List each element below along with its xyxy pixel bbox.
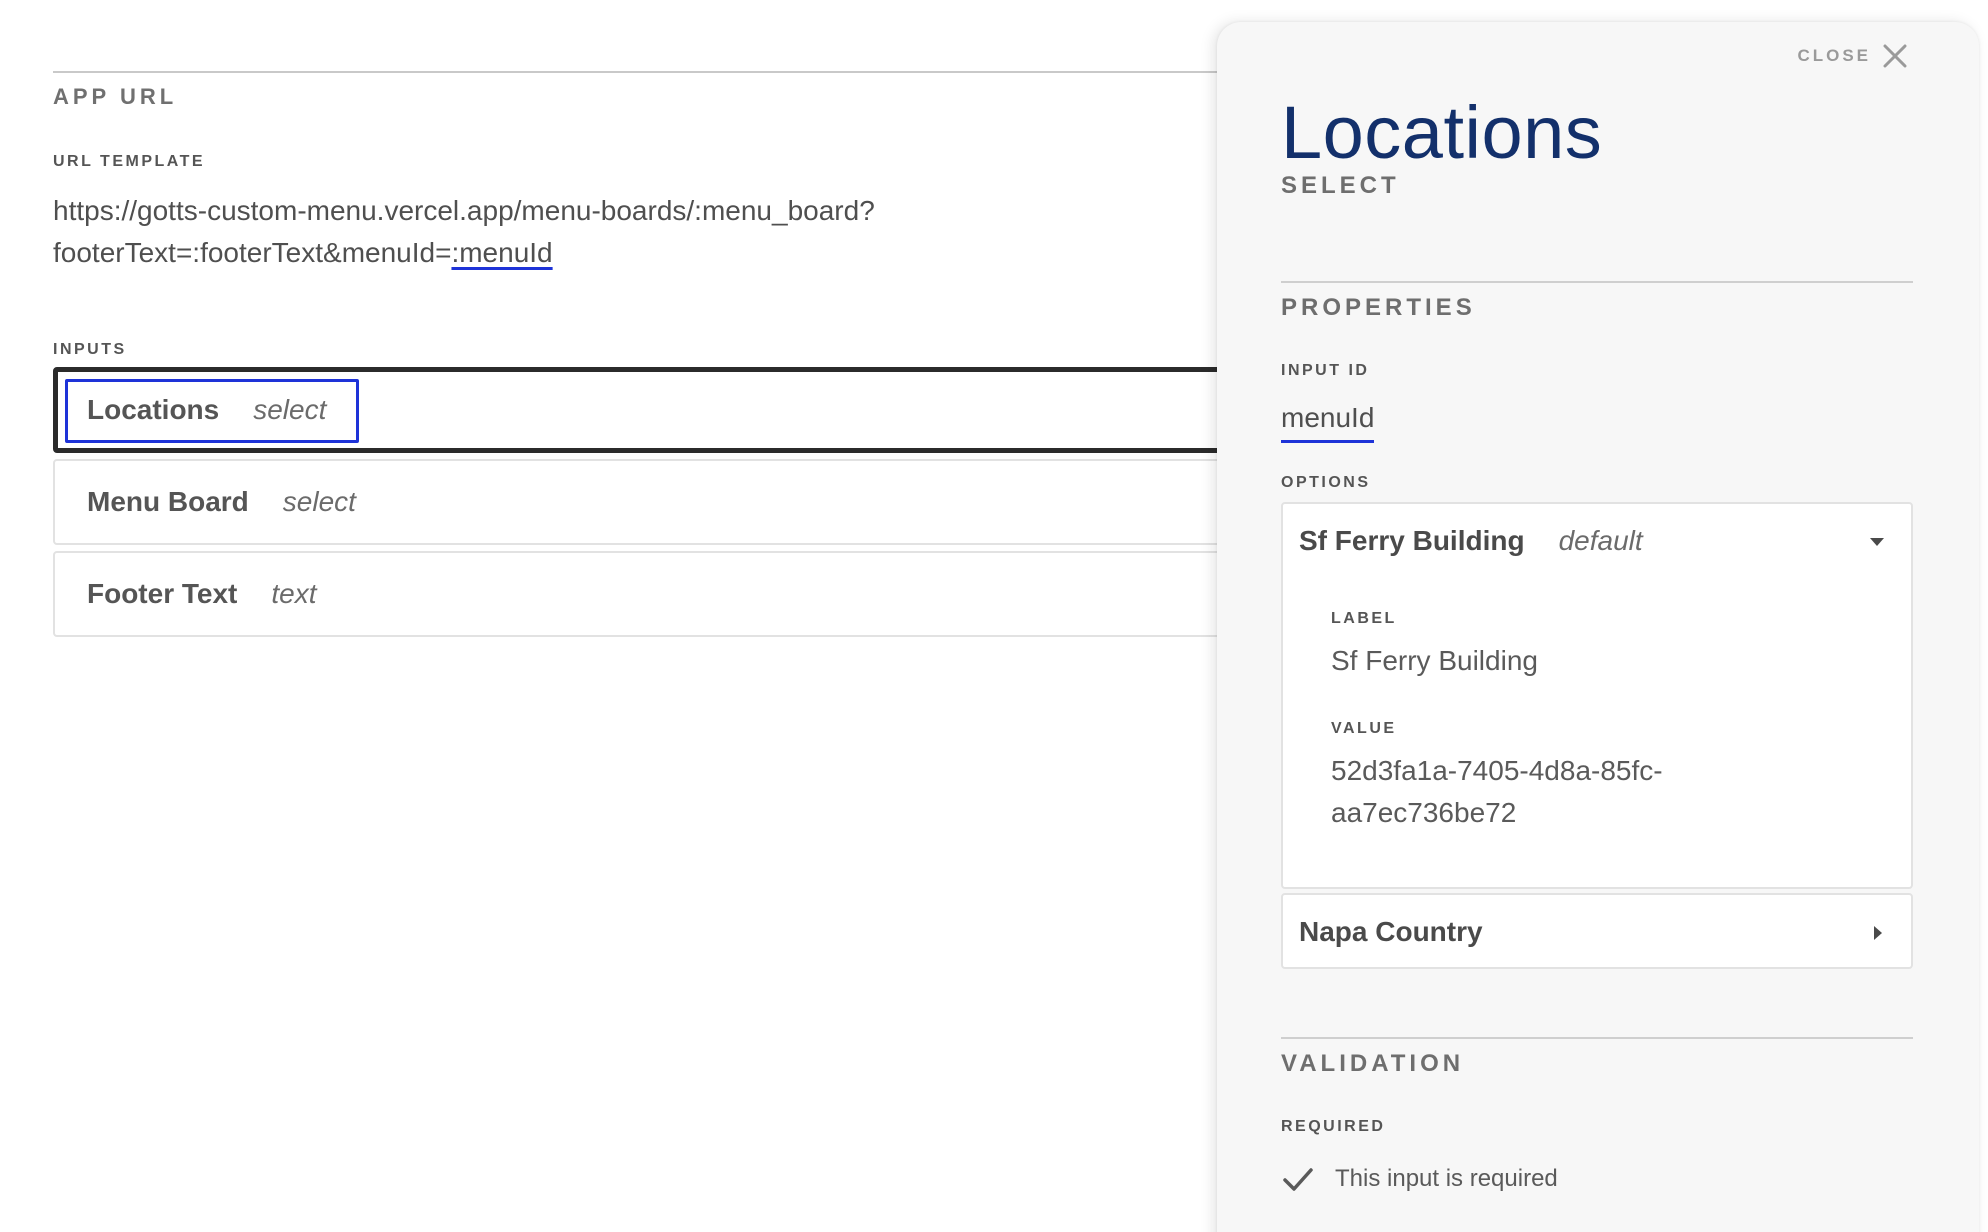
url-line-2: footerText=:footerText&menuId= [53,237,452,268]
caret-right-icon[interactable] [1867,923,1887,943]
input-type: text [271,578,317,609]
input-name: Menu Board [87,486,249,517]
panel-subtitle: SELECT [1281,172,1400,199]
option-value-line-2: aa7ec736be72 [1331,797,1517,828]
close-icon [1883,44,1907,68]
option-value-line-1: 52d3fa1a-7405-4d8a-85fc- [1331,755,1663,786]
input-name: Locations [87,394,220,425]
required-toggle[interactable]: This input is required [1281,1162,1558,1196]
close-button[interactable]: CLOSE [1797,42,1909,70]
close-label: CLOSE [1797,46,1871,65]
options-label: OPTIONS [1281,474,1371,491]
properties-title: PROPERTIES [1281,294,1476,321]
option-name: Sf Ferry Building [1299,525,1525,556]
option-card-napa-country: Napa Country [1281,893,1913,969]
url-template-label: URL TEMPLATE [53,153,206,170]
app-url-title: APP URL [53,84,178,109]
page: APP URL URL TEMPLATE https://gotts-custo… [0,0,1988,1232]
input-detail-panel: CLOSE Locations SELECT PROPERTIES INPUT … [1217,22,1979,1232]
option-header[interactable]: Napa Country [1283,895,1911,969]
url-template-value[interactable]: https://gotts-custom-menu.vercel.app/men… [53,190,1053,274]
panel-title: Locations [1281,91,1603,174]
option-header[interactable]: Sf Ferry Building default [1283,504,1911,578]
input-type: select [282,486,356,517]
inputs-label: INPUTS [53,341,127,358]
divider [53,71,1233,73]
validation-title: VALIDATION [1281,1050,1465,1077]
caret-down-icon[interactable] [1867,532,1887,552]
option-value-value[interactable]: 52d3fa1a-7405-4d8a-85fc- aa7ec736be72 [1331,750,1751,834]
input-row-menu-board[interactable]: Menu Board select [53,459,1233,545]
input-id-field[interactable]: menuId [1281,402,1375,443]
input-row-footer-text[interactable]: Footer Text text [53,551,1233,637]
input-name: Footer Text [87,578,238,609]
option-card-sf-ferry-building: Sf Ferry Building default LABEL Sf Ferry… [1281,502,1913,889]
option-label-value[interactable]: Sf Ferry Building [1331,640,1751,682]
url-token-menuid[interactable]: :menuId [451,237,552,268]
input-type: select [253,394,327,425]
option-name: Napa Country [1299,916,1483,947]
option-label-title: LABEL [1331,610,1397,627]
required-label: REQUIRED [1281,1118,1386,1135]
url-line-1: https://gotts-custom-menu.vercel.app/men… [53,195,875,226]
input-id-label: INPUT ID [1281,362,1370,379]
input-row-locations[interactable]: Locations select [53,367,1233,453]
divider [1281,281,1913,283]
checkmark-icon [1283,1168,1313,1191]
divider [1281,1037,1913,1039]
required-text: This input is required [1335,1165,1558,1192]
option-default-tag: default [1558,525,1643,556]
option-value-title: VALUE [1331,720,1397,737]
